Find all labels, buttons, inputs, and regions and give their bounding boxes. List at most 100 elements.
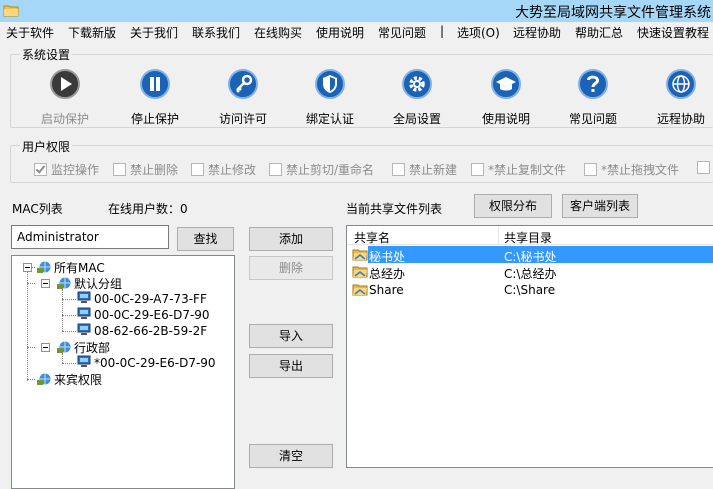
tree-node-default-group[interactable]: 默认分组 [56, 275, 122, 292]
global-settings-label: 全局设置 [392, 112, 441, 126]
tree-node-mac-label: 08-62-66-2B-59-2F [94, 324, 208, 338]
menu-remote-assist[interactable]: 远程协助 [513, 24, 561, 41]
forbid-delete-label: 禁止删除 [130, 163, 179, 177]
add-button[interactable]: 添加 [249, 227, 333, 251]
online-users-count: 在线用户数：0 [108, 202, 188, 216]
menu-help-summary[interactable]: 帮助汇总 [575, 24, 623, 41]
gear-icon [402, 69, 432, 99]
forbid-drag-label: *禁止拖拽文件 [601, 163, 680, 177]
export-button[interactable]: 导出 [249, 354, 333, 378]
import-button[interactable]: 导入 [249, 324, 333, 348]
shared-folder-icon [352, 266, 368, 278]
delete-button[interactable]: 删除 [249, 256, 333, 280]
usage-guide-button[interactable]: 使用说明 [466, 58, 546, 138]
column-divider [498, 226, 499, 244]
forbid-modify-checkbox[interactable]: 禁止修改 [191, 161, 256, 178]
app-folder-icon [3, 5, 19, 17]
remote-assist-button[interactable]: 远程协助 [641, 58, 713, 138]
menu-download[interactable]: 下载新版 [68, 24, 116, 41]
forbid-drag-checkbox[interactable]: *禁止拖拽文件 [584, 161, 679, 178]
forbid-copy-label: *禁止复制文件 [488, 163, 567, 177]
extra-permission-checkbox[interactable] [697, 161, 713, 175]
computer-icon [77, 355, 91, 367]
tree-node-admin-group[interactable]: 行政部 [56, 339, 110, 356]
remote-assist-label: 远程协助 [656, 112, 705, 126]
permission-distribution-button[interactable]: 权限分布 [474, 194, 552, 218]
tree-node-all-mac[interactable]: 所有MAC [36, 259, 105, 276]
faq-label: 常见问题 [568, 112, 617, 126]
collapse-default-group-toggle[interactable] [41, 279, 50, 288]
row-share-name: Share [369, 283, 404, 297]
mac-tree[interactable]: 所有MAC 默认分组 00-0C-29-A7-73-FF 00-0C-29-E6… [11, 255, 235, 489]
stop-protection-label: 停止保护 [130, 112, 179, 126]
menu-options[interactable]: 选项(O) [457, 24, 500, 41]
play-icon [50, 69, 80, 99]
access-permission-button[interactable]: 访问许可 [203, 58, 283, 138]
menu-usage-guide[interactable]: 使用说明 [316, 24, 364, 41]
forbid-create-label: 禁止新建 [409, 163, 458, 177]
search-input[interactable]: Administrator [11, 225, 169, 249]
forbid-cut-rename-checkbox[interactable]: 禁止剪切/重命名 [269, 161, 374, 178]
collapse-admin-group-toggle[interactable] [41, 343, 50, 352]
tree-node-default-group-label: 默认分组 [74, 277, 123, 291]
checkbox-box [191, 163, 204, 176]
network-globe-icon [37, 373, 51, 385]
menu-about-software[interactable]: 关于软件 [6, 24, 54, 41]
start-protection-button[interactable]: 启动保护 [25, 58, 105, 138]
tree-node-all-mac-label: 所有MAC [54, 261, 105, 275]
stop-protection-button[interactable]: 停止保护 [115, 58, 195, 138]
forbid-copy-checkbox[interactable]: *禁止复制文件 [471, 161, 566, 178]
mac-list-label: MAC列表 [12, 202, 63, 216]
shared-folder-icon [352, 249, 368, 261]
network-globe-icon [57, 341, 71, 353]
checkbox-box [471, 163, 484, 176]
table-row[interactable]: 秘书处 C:\秘书处 [347, 246, 713, 264]
table-row[interactable]: 总经办 C:\总经办 [347, 263, 713, 281]
forbid-create-checkbox[interactable]: 禁止新建 [392, 161, 457, 178]
column-header-path[interactable]: 共享目录 [504, 229, 552, 246]
forbid-cut-rename-label: 禁止剪切/重命名 [286, 163, 375, 177]
table-row[interactable]: Share C:\Share [347, 281, 713, 298]
column-header-name[interactable]: 共享名 [354, 229, 390, 246]
tree-node-mac-label: 00-0C-29-E6-D7-90 [94, 308, 210, 322]
menu-faq[interactable]: 常见问题 [378, 24, 426, 41]
menu-about-us[interactable]: 关于我们 [130, 24, 178, 41]
access-permission-label: 访问许可 [218, 112, 267, 126]
tree-node-mac-label: 00-0C-29-A7-73-FF [94, 292, 207, 306]
forbid-delete-checkbox[interactable]: 禁止删除 [113, 161, 178, 178]
tree-node-guest[interactable]: 来宾权限 [36, 371, 102, 388]
checkbox-box [34, 163, 47, 176]
checkbox-box [269, 163, 282, 176]
title-bar: 大势至局域网共享文件管理系统 [0, 0, 713, 22]
menu-quick-setup[interactable]: 快速设置教程 [637, 24, 709, 41]
start-protection-label: 启动保护 [40, 112, 89, 126]
network-globe-icon [37, 261, 51, 273]
client-list-button[interactable]: 客户端列表 [562, 194, 638, 218]
clear-button[interactable]: 清空 [249, 444, 333, 468]
tree-node-mac[interactable]: *00-0C-29-E6-D7-90 [76, 355, 216, 370]
tree-node-mac-label: *00-0C-29-E6-D7-90 [94, 356, 216, 370]
menu-buy-online[interactable]: 在线购买 [254, 24, 302, 41]
collapse-root-toggle[interactable] [23, 263, 32, 272]
usage-guide-label: 使用说明 [481, 112, 530, 126]
row-share-path: C:\总经办 [504, 267, 557, 281]
computer-icon [77, 307, 91, 319]
shared-files-label: 当前共享文件列表 [346, 202, 443, 216]
faq-button[interactable]: 常见问题 [553, 58, 633, 138]
tree-node-admin-group-label: 行政部 [74, 341, 111, 355]
menu-contact-us[interactable]: 联系我们 [192, 24, 240, 41]
search-button[interactable]: 查找 [177, 227, 234, 251]
tree-node-guest-label: 来宾权限 [54, 373, 103, 387]
forbid-modify-label: 禁止修改 [208, 163, 257, 177]
tree-node-mac[interactable]: 00-0C-29-A7-73-FF [76, 291, 207, 306]
shared-files-listview[interactable]: 共享名 共享目录 秘书处 C:\秘书处 总经办 C:\总经办 Share C:\… [346, 225, 713, 468]
monitor-ops-label: 监控操作 [51, 163, 100, 177]
computer-icon [77, 291, 91, 303]
global-settings-button[interactable]: 全局设置 [377, 58, 457, 138]
monitor-ops-checkbox[interactable]: 监控操作 [34, 161, 99, 178]
bind-auth-button[interactable]: 绑定认证 [290, 58, 370, 138]
tree-node-mac[interactable]: 08-62-66-2B-59-2F [76, 323, 207, 338]
user-permissions-label: 用户权限 [20, 138, 73, 155]
pause-icon [140, 69, 170, 99]
tree-node-mac[interactable]: 00-0C-29-E6-D7-90 [76, 307, 210, 322]
